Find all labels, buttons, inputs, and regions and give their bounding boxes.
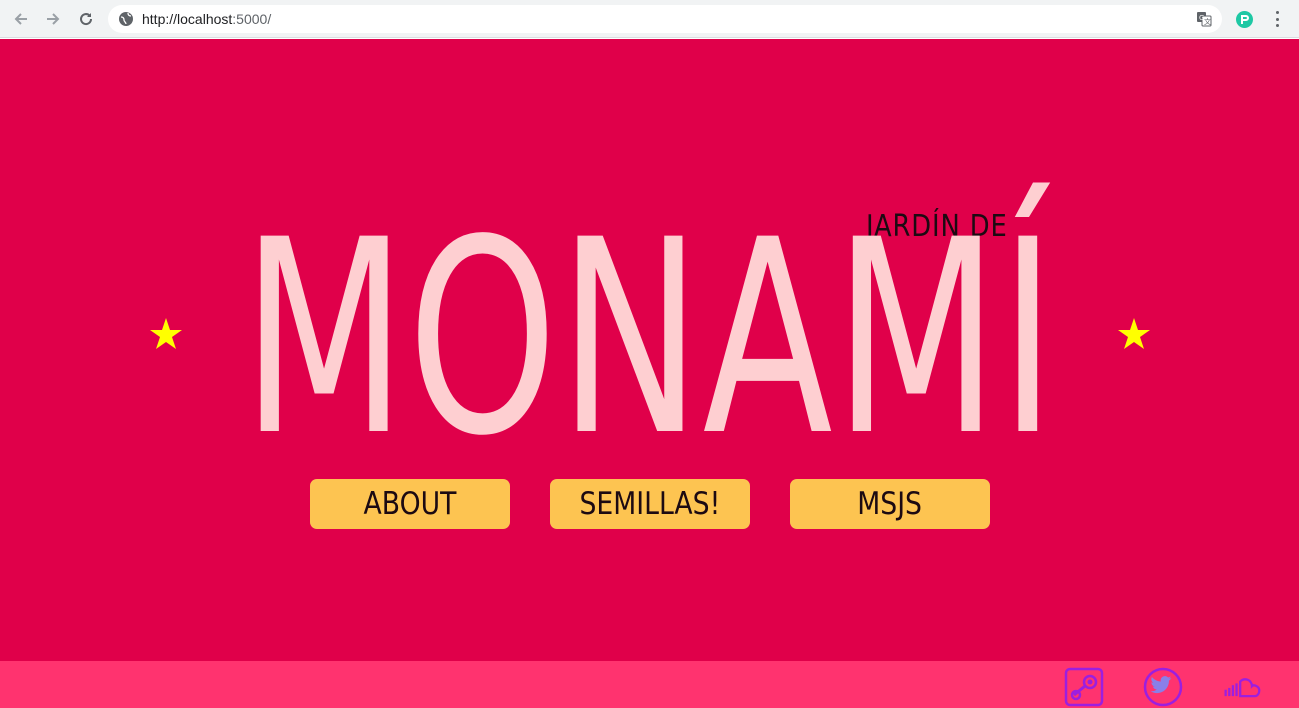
extension-icon[interactable] <box>1236 11 1253 28</box>
star-icon <box>1118 318 1150 349</box>
svg-text:文: 文 <box>1204 17 1211 26</box>
url-text: http://localhost:5000/ <box>142 11 271 27</box>
menu-dots-icon[interactable] <box>1269 11 1285 27</box>
forward-arrow-icon <box>47 13 60 25</box>
forward-button[interactable] <box>42 8 64 30</box>
twitter-icon[interactable] <box>1143 667 1183 707</box>
about-button-label: ABOUT <box>363 486 457 522</box>
address-bar[interactable]: http://localhost:5000/ G 文 <box>108 5 1222 33</box>
about-button[interactable]: ABOUT <box>310 479 510 529</box>
semillas-button-label: SEMILLAS! <box>579 486 721 522</box>
reload-icon <box>80 13 93 26</box>
globe-icon <box>118 11 134 27</box>
star-icon <box>150 318 182 349</box>
footer <box>0 661 1299 708</box>
translate-icon[interactable]: G 文 <box>1196 11 1212 27</box>
steam-icon[interactable] <box>1064 667 1104 707</box>
hero-section: JARDÍN DE MONAMÍ ABOUT SEMILLAS! MSJS <box>0 39 1299 661</box>
url-host: http://localhost <box>142 11 233 27</box>
msjs-button-label: MSJS <box>857 486 923 522</box>
soundcloud-icon[interactable] <box>1222 667 1262 707</box>
semillas-button[interactable]: SEMILLAS! <box>550 479 750 529</box>
msjs-button[interactable]: MSJS <box>790 479 990 529</box>
hero-title: MONAMÍ <box>242 183 1058 495</box>
back-arrow-icon <box>14 13 27 25</box>
reload-button[interactable] <box>75 8 97 30</box>
back-button[interactable] <box>10 8 32 30</box>
browser-toolbar: http://localhost:5000/ G 文 <box>0 0 1299 38</box>
url-path: :5000/ <box>232 11 272 27</box>
